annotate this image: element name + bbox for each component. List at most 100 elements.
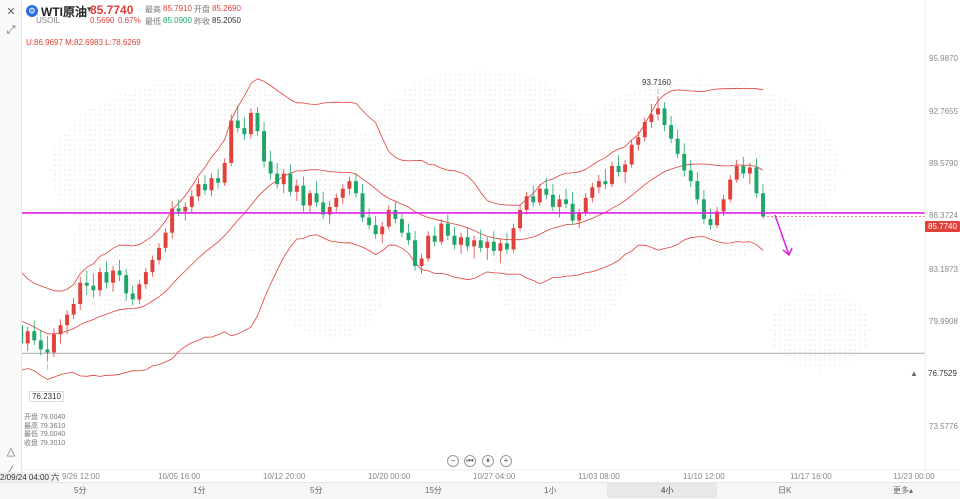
- candle-body: [701, 199, 706, 220]
- candle-body: [45, 349, 50, 353]
- expand-icon[interactable]: ⤢: [3, 22, 19, 38]
- candle-body: [655, 108, 660, 115]
- zoom-in-icon[interactable]: +: [500, 455, 512, 467]
- candle-body: [708, 219, 713, 226]
- candle-body: [557, 199, 562, 207]
- candle-body: [137, 284, 142, 300]
- candle-body: [111, 270, 116, 283]
- candle-body: [32, 331, 37, 341]
- candle-body: [596, 181, 601, 188]
- candle-body: [157, 247, 161, 260]
- ticker: USOIL: [36, 16, 61, 25]
- candle-body: [662, 108, 667, 126]
- candle-body: [209, 178, 214, 191]
- candle-body: [51, 334, 56, 353]
- crosshair-low: 最低 79.0040: [24, 431, 66, 438]
- candle-body: [747, 167, 752, 174]
- tf-more[interactable]: 更多▴: [893, 485, 913, 496]
- candle-body: [393, 209, 398, 220]
- price-chart[interactable]: [0, 0, 960, 482]
- scroll-start-icon[interactable]: ⏮: [464, 455, 476, 467]
- candle-body: [170, 208, 175, 233]
- candle-body: [288, 173, 293, 192]
- candle-body: [242, 128, 247, 135]
- candle-body: [413, 240, 418, 267]
- peak-annotation: 93.7160: [640, 78, 673, 87]
- crosshair-close: 收盘 79.3010: [24, 439, 66, 447]
- tf-5m[interactable]: 5分: [74, 485, 86, 496]
- close-icon[interactable]: ✕: [3, 4, 19, 20]
- bollinger-lower: [7, 234, 764, 380]
- tf-15m[interactable]: 15分: [425, 485, 442, 496]
- candle-body: [754, 167, 759, 194]
- candle-body: [741, 165, 746, 174]
- candle-body: [682, 153, 687, 171]
- candle-body: [373, 225, 378, 235]
- tf-1m[interactable]: 1分: [193, 485, 205, 496]
- tf-5m-b[interactable]: 5分: [310, 485, 322, 496]
- candle-body: [432, 235, 437, 242]
- x-tick: 9/26 12:00: [62, 472, 100, 481]
- x-tick: 11/03 08:00: [578, 472, 620, 481]
- candle-body: [183, 206, 188, 212]
- candle-body: [255, 112, 260, 132]
- candle-body: [222, 162, 227, 183]
- candle-body: [202, 184, 207, 191]
- x-tick: 10/20 00:00: [368, 472, 411, 481]
- chart-app: ✕ ⤢ △ ∕ ⊙ WTI原油 ▾ 85.7740 USOIL 0.5690 0…: [0, 0, 960, 499]
- pause-icon[interactable]: ⏸: [482, 455, 494, 467]
- candle-body: [399, 219, 404, 233]
- candle-body: [459, 237, 463, 245]
- tf-4h[interactable]: 4小: [661, 485, 673, 496]
- candle-body: [25, 331, 30, 344]
- candle-body: [623, 164, 628, 173]
- candle-body: [524, 196, 529, 210]
- candle-body: [498, 243, 503, 251]
- candle-body: [189, 196, 194, 207]
- y-tick: 95.9870: [929, 54, 958, 63]
- candle-body: [610, 165, 614, 185]
- high-label: 最高: [145, 5, 161, 14]
- open-label: 开盘: [194, 5, 210, 14]
- candle-body: [629, 144, 634, 165]
- zoom-out-icon[interactable]: −: [447, 455, 459, 467]
- candle-body: [485, 241, 490, 248]
- candle-body: [301, 185, 306, 206]
- candle-body: [334, 197, 339, 207]
- y-tick: 92.7655: [929, 107, 958, 116]
- candle-body: [275, 173, 280, 185]
- candle-body: [91, 285, 96, 291]
- candle-body: [216, 178, 221, 183]
- candle-body: [465, 237, 470, 247]
- candle-body: [721, 199, 726, 212]
- candle-body: [71, 303, 76, 315]
- candle-body: [340, 188, 345, 198]
- trend-arrow: [774, 214, 790, 256]
- current-price: 85.7740: [90, 3, 134, 17]
- tf-day[interactable]: 日K: [778, 485, 791, 496]
- candle-body: [452, 235, 457, 245]
- candle-body: [130, 293, 135, 300]
- candle-body: [537, 188, 542, 203]
- candle-body: [616, 165, 621, 173]
- prev-close-value: 85.2050: [212, 16, 241, 25]
- timeframe-bar: [0, 482, 960, 499]
- candle-body: [491, 241, 496, 251]
- tf-1h[interactable]: 1小: [544, 485, 556, 496]
- candle-body: [117, 270, 122, 276]
- candle-body: [636, 137, 641, 145]
- candle-body: [531, 196, 536, 203]
- candle-body: [504, 243, 509, 250]
- candle-body: [78, 282, 83, 304]
- candle-body: [426, 235, 431, 259]
- alert-bell-icon[interactable]: ▲: [910, 369, 918, 378]
- candle-body: [268, 161, 273, 174]
- price-change: 0.5690: [90, 16, 115, 25]
- settings-icon[interactable]: △: [3, 444, 19, 460]
- x-tick: 11/23 00:00: [893, 472, 935, 481]
- candle-body: [248, 112, 253, 135]
- candle-body: [478, 240, 483, 248]
- candle-body: [564, 199, 569, 204]
- candle-body: [367, 217, 372, 226]
- candle-body: [406, 232, 411, 241]
